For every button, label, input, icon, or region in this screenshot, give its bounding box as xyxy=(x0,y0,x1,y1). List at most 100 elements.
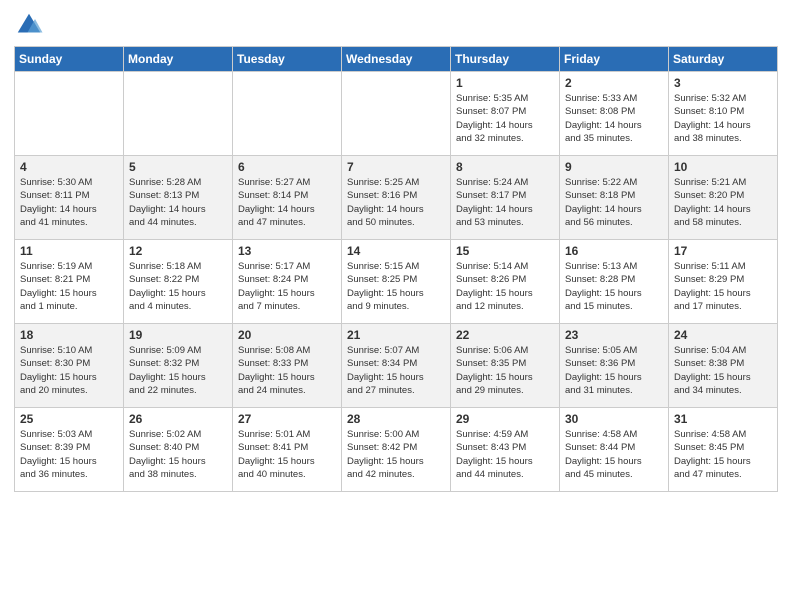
calendar-cell: 13 Sunrise: 5:17 AM Sunset: 8:24 PM Dayli… xyxy=(233,240,342,324)
day-number: 30 xyxy=(565,412,663,426)
day-info: Sunrise: 5:24 AM Sunset: 8:17 PM Dayligh… xyxy=(456,176,554,229)
calendar-cell: 7 Sunrise: 5:25 AM Sunset: 8:16 PM Daylig… xyxy=(342,156,451,240)
day-number: 12 xyxy=(129,244,227,258)
th-monday: Monday xyxy=(124,47,233,72)
day-number: 5 xyxy=(129,160,227,174)
th-thursday: Thursday xyxy=(451,47,560,72)
day-info: Sunrise: 5:00 AM Sunset: 8:42 PM Dayligh… xyxy=(347,428,445,481)
day-number: 9 xyxy=(565,160,663,174)
day-number: 17 xyxy=(674,244,772,258)
th-wednesday: Wednesday xyxy=(342,47,451,72)
calendar-cell xyxy=(15,72,124,156)
day-info: Sunrise: 5:15 AM Sunset: 8:25 PM Dayligh… xyxy=(347,260,445,313)
day-number: 26 xyxy=(129,412,227,426)
calendar-body: 1 Sunrise: 5:35 AM Sunset: 8:07 PM Daylig… xyxy=(15,72,778,492)
day-number: 1 xyxy=(456,76,554,90)
calendar-cell: 21Sunrise: 5:07 AM Sunset: 8:34 PM Dayli… xyxy=(342,324,451,408)
day-number: 7 xyxy=(347,160,445,174)
day-number: 19 xyxy=(129,328,227,342)
day-number: 20 xyxy=(238,328,336,342)
calendar-cell: 27 Sunrise: 5:01 AM Sunset: 8:41 PM Dayli… xyxy=(233,408,342,492)
day-info: Sunrise: 5:19 AM Sunset: 8:21 PM Dayligh… xyxy=(20,260,118,313)
logo-icon xyxy=(14,10,44,40)
calendar-cell: 3 Sunrise: 5:32 AM Sunset: 8:10 PM Daylig… xyxy=(669,72,778,156)
calendar-cell: 14 Sunrise: 5:15 AM Sunset: 8:25 PM Dayli… xyxy=(342,240,451,324)
calendar-cell: 4Sunrise: 5:30 AM Sunset: 8:11 PM Daylig… xyxy=(15,156,124,240)
calendar-cell: 19 Sunrise: 5:09 AM Sunset: 8:32 PM Dayli… xyxy=(124,324,233,408)
week-row-1: 4Sunrise: 5:30 AM Sunset: 8:11 PM Daylig… xyxy=(15,156,778,240)
calendar-cell xyxy=(233,72,342,156)
day-number: 29 xyxy=(456,412,554,426)
day-info: Sunrise: 5:35 AM Sunset: 8:07 PM Dayligh… xyxy=(456,92,554,145)
calendar-cell: 12Sunrise: 5:18 AM Sunset: 8:22 PM Dayli… xyxy=(124,240,233,324)
th-tuesday: Tuesday xyxy=(233,47,342,72)
day-number: 11 xyxy=(20,244,118,258)
th-sunday: Sunday xyxy=(15,47,124,72)
day-info: Sunrise: 5:25 AM Sunset: 8:16 PM Dayligh… xyxy=(347,176,445,229)
day-number: 27 xyxy=(238,412,336,426)
day-info: Sunrise: 5:21 AM Sunset: 8:20 PM Dayligh… xyxy=(674,176,772,229)
th-saturday: Saturday xyxy=(669,47,778,72)
day-number: 15 xyxy=(456,244,554,258)
day-info: Sunrise: 5:30 AM Sunset: 8:11 PM Dayligh… xyxy=(20,176,118,229)
day-info: Sunrise: 5:09 AM Sunset: 8:32 PM Dayligh… xyxy=(129,344,227,397)
day-number: 18 xyxy=(20,328,118,342)
calendar-cell: 1 Sunrise: 5:35 AM Sunset: 8:07 PM Daylig… xyxy=(451,72,560,156)
calendar-table: Sunday Monday Tuesday Wednesday Thursday… xyxy=(14,46,778,492)
week-row-2: 11 Sunrise: 5:19 AM Sunset: 8:21 PM Dayli… xyxy=(15,240,778,324)
day-number: 8 xyxy=(456,160,554,174)
day-info: Sunrise: 5:32 AM Sunset: 8:10 PM Dayligh… xyxy=(674,92,772,145)
calendar-cell: 15 Sunrise: 5:14 AM Sunset: 8:26 PM Dayli… xyxy=(451,240,560,324)
calendar-cell xyxy=(342,72,451,156)
day-info: Sunrise: 5:03 AM Sunset: 8:39 PM Dayligh… xyxy=(20,428,118,481)
day-number: 25 xyxy=(20,412,118,426)
day-number: 21 xyxy=(347,328,445,342)
day-info: Sunrise: 5:06 AM Sunset: 8:35 PM Dayligh… xyxy=(456,344,554,397)
calendar-cell: 16Sunrise: 5:13 AM Sunset: 8:28 PM Dayli… xyxy=(560,240,669,324)
week-row-3: 18Sunrise: 5:10 AM Sunset: 8:30 PM Dayli… xyxy=(15,324,778,408)
day-info: Sunrise: 5:05 AM Sunset: 8:36 PM Dayligh… xyxy=(565,344,663,397)
calendar-cell: 18Sunrise: 5:10 AM Sunset: 8:30 PM Dayli… xyxy=(15,324,124,408)
day-info: Sunrise: 5:22 AM Sunset: 8:18 PM Dayligh… xyxy=(565,176,663,229)
calendar-cell: 11 Sunrise: 5:19 AM Sunset: 8:21 PM Dayli… xyxy=(15,240,124,324)
week-row-4: 25 Sunrise: 5:03 AM Sunset: 8:39 PM Dayli… xyxy=(15,408,778,492)
calendar-cell: 20 Sunrise: 5:08 AM Sunset: 8:33 PM Dayli… xyxy=(233,324,342,408)
day-number: 23 xyxy=(565,328,663,342)
day-number: 2 xyxy=(565,76,663,90)
day-info: Sunrise: 5:17 AM Sunset: 8:24 PM Dayligh… xyxy=(238,260,336,313)
calendar-cell: 29 Sunrise: 4:59 AM Sunset: 8:43 PM Dayli… xyxy=(451,408,560,492)
calendar-cell: 9 Sunrise: 5:22 AM Sunset: 8:18 PM Daylig… xyxy=(560,156,669,240)
day-info: Sunrise: 5:08 AM Sunset: 8:33 PM Dayligh… xyxy=(238,344,336,397)
day-number: 31 xyxy=(674,412,772,426)
page: Sunday Monday Tuesday Wednesday Thursday… xyxy=(0,0,792,612)
calendar-cell: 22 Sunrise: 5:06 AM Sunset: 8:35 PM Dayli… xyxy=(451,324,560,408)
day-number: 28 xyxy=(347,412,445,426)
header-row: Sunday Monday Tuesday Wednesday Thursday… xyxy=(15,47,778,72)
calendar-cell xyxy=(124,72,233,156)
day-info: Sunrise: 5:33 AM Sunset: 8:08 PM Dayligh… xyxy=(565,92,663,145)
day-number: 16 xyxy=(565,244,663,258)
calendar-cell: 8 Sunrise: 5:24 AM Sunset: 8:17 PM Daylig… xyxy=(451,156,560,240)
day-info: Sunrise: 5:14 AM Sunset: 8:26 PM Dayligh… xyxy=(456,260,554,313)
calendar-cell: 2 Sunrise: 5:33 AM Sunset: 8:08 PM Daylig… xyxy=(560,72,669,156)
calendar-cell: 5Sunrise: 5:28 AM Sunset: 8:13 PM Daylig… xyxy=(124,156,233,240)
day-info: Sunrise: 5:11 AM Sunset: 8:29 PM Dayligh… xyxy=(674,260,772,313)
day-number: 6 xyxy=(238,160,336,174)
logo xyxy=(14,10,48,40)
day-info: Sunrise: 4:58 AM Sunset: 8:44 PM Dayligh… xyxy=(565,428,663,481)
calendar-cell: 30 Sunrise: 4:58 AM Sunset: 8:44 PM Dayli… xyxy=(560,408,669,492)
calendar-cell: 23 Sunrise: 5:05 AM Sunset: 8:36 PM Dayli… xyxy=(560,324,669,408)
calendar-cell: 26Sunrise: 5:02 AM Sunset: 8:40 PM Dayli… xyxy=(124,408,233,492)
day-number: 3 xyxy=(674,76,772,90)
day-info: Sunrise: 4:59 AM Sunset: 8:43 PM Dayligh… xyxy=(456,428,554,481)
calendar-cell: 25 Sunrise: 5:03 AM Sunset: 8:39 PM Dayli… xyxy=(15,408,124,492)
day-number: 13 xyxy=(238,244,336,258)
day-info: Sunrise: 5:27 AM Sunset: 8:14 PM Dayligh… xyxy=(238,176,336,229)
day-number: 14 xyxy=(347,244,445,258)
calendar-cell: 31Sunrise: 4:58 AM Sunset: 8:45 PM Dayli… xyxy=(669,408,778,492)
day-info: Sunrise: 5:01 AM Sunset: 8:41 PM Dayligh… xyxy=(238,428,336,481)
th-friday: Friday xyxy=(560,47,669,72)
day-number: 22 xyxy=(456,328,554,342)
day-number: 24 xyxy=(674,328,772,342)
day-info: Sunrise: 5:04 AM Sunset: 8:38 PM Dayligh… xyxy=(674,344,772,397)
